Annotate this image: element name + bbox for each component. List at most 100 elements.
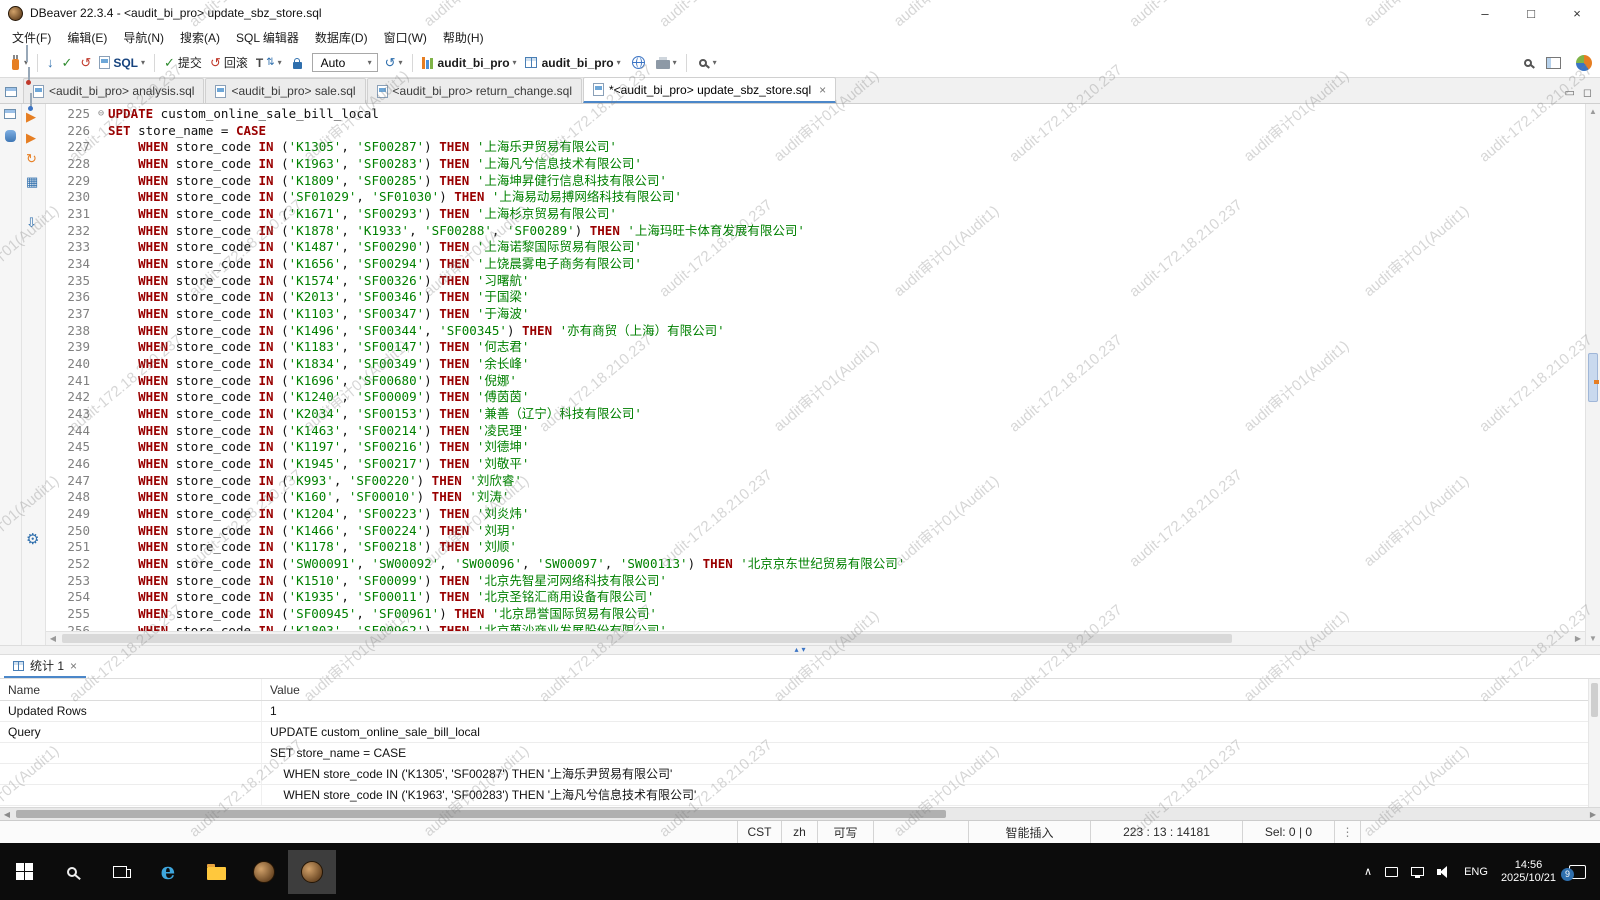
code-line[interactable]: 248 WHEN store_code IN ('K160', 'SF00010… — [46, 489, 1585, 506]
code-text[interactable]: WHEN store_code IN ('K1466', 'SF00224') … — [108, 523, 517, 540]
stats-row[interactable]: SET store_name = CASE — [0, 743, 1600, 764]
network-button[interactable] — [625, 54, 652, 71]
code-text[interactable]: WHEN store_code IN ('K1803', 'SF00962') … — [108, 623, 667, 631]
line-number[interactable]: 252 — [46, 556, 94, 573]
code-text[interactable]: WHEN store_code IN ('K1945', 'SF00217') … — [108, 456, 529, 473]
restore-navigator-icon[interactable] — [4, 109, 16, 119]
open-perspective-button[interactable] — [1539, 55, 1568, 71]
export-data-icon[interactable]: ⇩ — [26, 216, 37, 229]
code-text[interactable]: WHEN store_code IN ('K1487', 'SF00290') … — [108, 239, 642, 256]
code-line[interactable]: 234 WHEN store_code IN ('K1656', 'SF0029… — [46, 256, 1585, 273]
code-text[interactable]: WHEN store_code IN ('K1696', 'SF00680') … — [108, 373, 517, 390]
line-number[interactable]: 230 — [46, 189, 94, 206]
menu-item[interactable]: 数据库(D) — [307, 27, 376, 48]
code-line[interactable]: 226SET store_name = CASE — [46, 123, 1585, 140]
code-line[interactable]: 246 WHEN store_code IN ('K1945', 'SF0021… — [46, 456, 1585, 473]
dbeaver-community-button[interactable] — [1568, 53, 1600, 73]
line-number[interactable]: 247 — [46, 473, 94, 490]
action-center-icon[interactable]: 9 — [1569, 865, 1586, 879]
taskbar-app-dbeaver[interactable] — [240, 850, 288, 894]
scroll-right-icon[interactable]: ▶ — [1571, 632, 1585, 645]
statistics-tab[interactable]: 统计 1 × — [4, 655, 86, 678]
code-text[interactable]: WHEN store_code IN ('K1496', 'SF00344', … — [108, 323, 725, 340]
code-area[interactable]: 225⊖UPDATE custom_online_sale_bill_local… — [46, 104, 1585, 631]
code-text[interactable]: WHEN store_code IN ('K1204', 'SF00223') … — [108, 506, 529, 523]
editor-tab[interactable]: *<audit_bi_pro> update_sbz_store.sql× — [583, 77, 836, 103]
quick-search-button[interactable] — [1517, 57, 1539, 69]
code-line[interactable]: 252 WHEN store_code IN ('SW00091', 'SW00… — [46, 556, 1585, 573]
code-line[interactable]: 245 WHEN store_code IN ('K1197', 'SF0021… — [46, 439, 1585, 456]
code-line[interactable]: 236 WHEN store_code IN ('K2013', 'SF0034… — [46, 289, 1585, 306]
code-text[interactable]: WHEN store_code IN ('K1935', 'SF00011') … — [108, 589, 654, 606]
line-number[interactable]: 242 — [46, 389, 94, 406]
line-number[interactable]: 245 — [46, 439, 94, 456]
panel-sash[interactable]: ▴ ▾ — [0, 645, 1600, 655]
code-text[interactable]: WHEN store_code IN ('K1809', 'SF00285') … — [108, 173, 667, 190]
code-text[interactable]: WHEN store_code IN ('K1183', 'SF00147') … — [108, 339, 529, 356]
code-text[interactable]: WHEN store_code IN ('SW00091', 'SW00092'… — [108, 556, 905, 573]
settings-gear-icon[interactable]: ⚙ — [26, 532, 39, 547]
menu-item[interactable]: 帮助(H) — [435, 27, 492, 48]
line-number[interactable]: 235 — [46, 273, 94, 290]
line-number[interactable]: 248 — [46, 489, 94, 506]
explain-plan-icon[interactable]: ▦ — [26, 175, 38, 188]
line-number[interactable]: 228 — [46, 156, 94, 173]
taskbar-app-dbeaver-active[interactable] — [288, 850, 336, 894]
line-number[interactable]: 225 — [46, 106, 94, 123]
code-line[interactable]: 254 WHEN store_code IN ('K1935', 'SF0001… — [46, 589, 1585, 606]
code-line[interactable]: 237 WHEN store_code IN ('K1103', 'SF0034… — [46, 306, 1585, 323]
commit-button[interactable]: ✓ 提交 — [160, 52, 206, 73]
sash-down-icon[interactable]: ▾ — [802, 645, 806, 655]
code-text[interactable]: WHEN store_code IN ('K1671', 'SF00293') … — [108, 206, 617, 223]
sash-collapse-handle[interactable]: ▴ ▾ — [794, 645, 805, 655]
scrollbar-thumb[interactable] — [62, 634, 1232, 643]
code-text[interactable]: WHEN store_code IN ('K1963', 'SF00283') … — [108, 156, 642, 173]
minimize-button[interactable]: – — [1462, 0, 1508, 26]
scrollbar-thumb[interactable] — [1591, 683, 1598, 717]
status-overflow-icon[interactable]: ⋮ — [1334, 821, 1360, 843]
code-line[interactable]: 228 WHEN store_code IN ('K1963', 'SF0028… — [46, 156, 1585, 173]
line-number[interactable]: 244 — [46, 423, 94, 440]
status-locale[interactable]: zh — [781, 821, 817, 843]
code-line[interactable]: 241 WHEN store_code IN ('K1696', 'SF0068… — [46, 373, 1585, 390]
line-number[interactable]: 251 — [46, 539, 94, 556]
fold-toggle-icon[interactable]: ⊖ — [94, 106, 108, 123]
status-insert-mode[interactable]: 智能插入 — [968, 821, 1090, 843]
maximize-button[interactable]: □ — [1508, 0, 1554, 26]
code-line[interactable]: 235 WHEN store_code IN ('K1574', 'SF0032… — [46, 273, 1585, 290]
menu-item[interactable]: SQL 编辑器 — [228, 27, 307, 48]
scrollbar-thumb[interactable] — [16, 810, 946, 818]
execute-statement-icon[interactable]: ▶ — [26, 110, 36, 123]
input-language-button[interactable]: ENG — [1464, 866, 1488, 878]
transaction-mode-button[interactable]: T ⇅ ▾ — [252, 54, 286, 72]
code-text[interactable]: SET store_name = CASE — [108, 123, 266, 140]
execute-new-tab-icon[interactable]: ▶ — [26, 131, 36, 144]
database-navigator-icon[interactable] — [5, 130, 16, 142]
line-number[interactable]: 237 — [46, 306, 94, 323]
code-line[interactable]: 240 WHEN store_code IN ('K1834', 'SF0034… — [46, 356, 1585, 373]
stats-row[interactable]: Updated Rows1 — [0, 701, 1600, 722]
sash-up-icon[interactable]: ▴ — [794, 645, 798, 655]
code-text[interactable]: UPDATE custom_online_sale_bill_local — [108, 106, 379, 123]
code-text[interactable]: WHEN store_code IN ('K1240', 'SF00009') … — [108, 389, 529, 406]
refresh-button[interactable]: ↺ ▾ — [381, 54, 407, 71]
code-line[interactable]: 238 WHEN store_code IN ('K1496', 'SF0034… — [46, 323, 1585, 340]
code-text[interactable]: WHEN store_code IN ('K1305', 'SF00287') … — [108, 139, 617, 156]
restore-panel-icon[interactable] — [5, 87, 17, 97]
line-number[interactable]: 255 — [46, 606, 94, 623]
print-button[interactable]: ▾ — [652, 54, 681, 71]
menu-item[interactable]: 搜索(A) — [172, 27, 228, 48]
line-number[interactable]: 243 — [46, 406, 94, 423]
line-number[interactable]: 232 — [46, 223, 94, 240]
status-timezone[interactable]: CST — [737, 821, 781, 843]
scroll-left-icon[interactable]: ◀ — [46, 632, 60, 645]
code-line[interactable]: 249 WHEN store_code IN ('K1204', 'SF0022… — [46, 506, 1585, 523]
volume-icon[interactable] — [1437, 866, 1451, 878]
line-number[interactable]: 256 — [46, 623, 94, 631]
line-number[interactable]: 241 — [46, 373, 94, 390]
code-line[interactable]: 230 WHEN store_code IN ('SF01029', 'SF01… — [46, 189, 1585, 206]
code-text[interactable]: WHEN store_code IN ('K1878', 'K1933', 'S… — [108, 223, 805, 240]
sql-menu-button[interactable]: SQL ▾ — [95, 54, 149, 72]
stats-row[interactable]: QueryUPDATE custom_online_sale_bill_loca… — [0, 722, 1600, 743]
tab-close-icon[interactable]: × — [70, 659, 77, 673]
